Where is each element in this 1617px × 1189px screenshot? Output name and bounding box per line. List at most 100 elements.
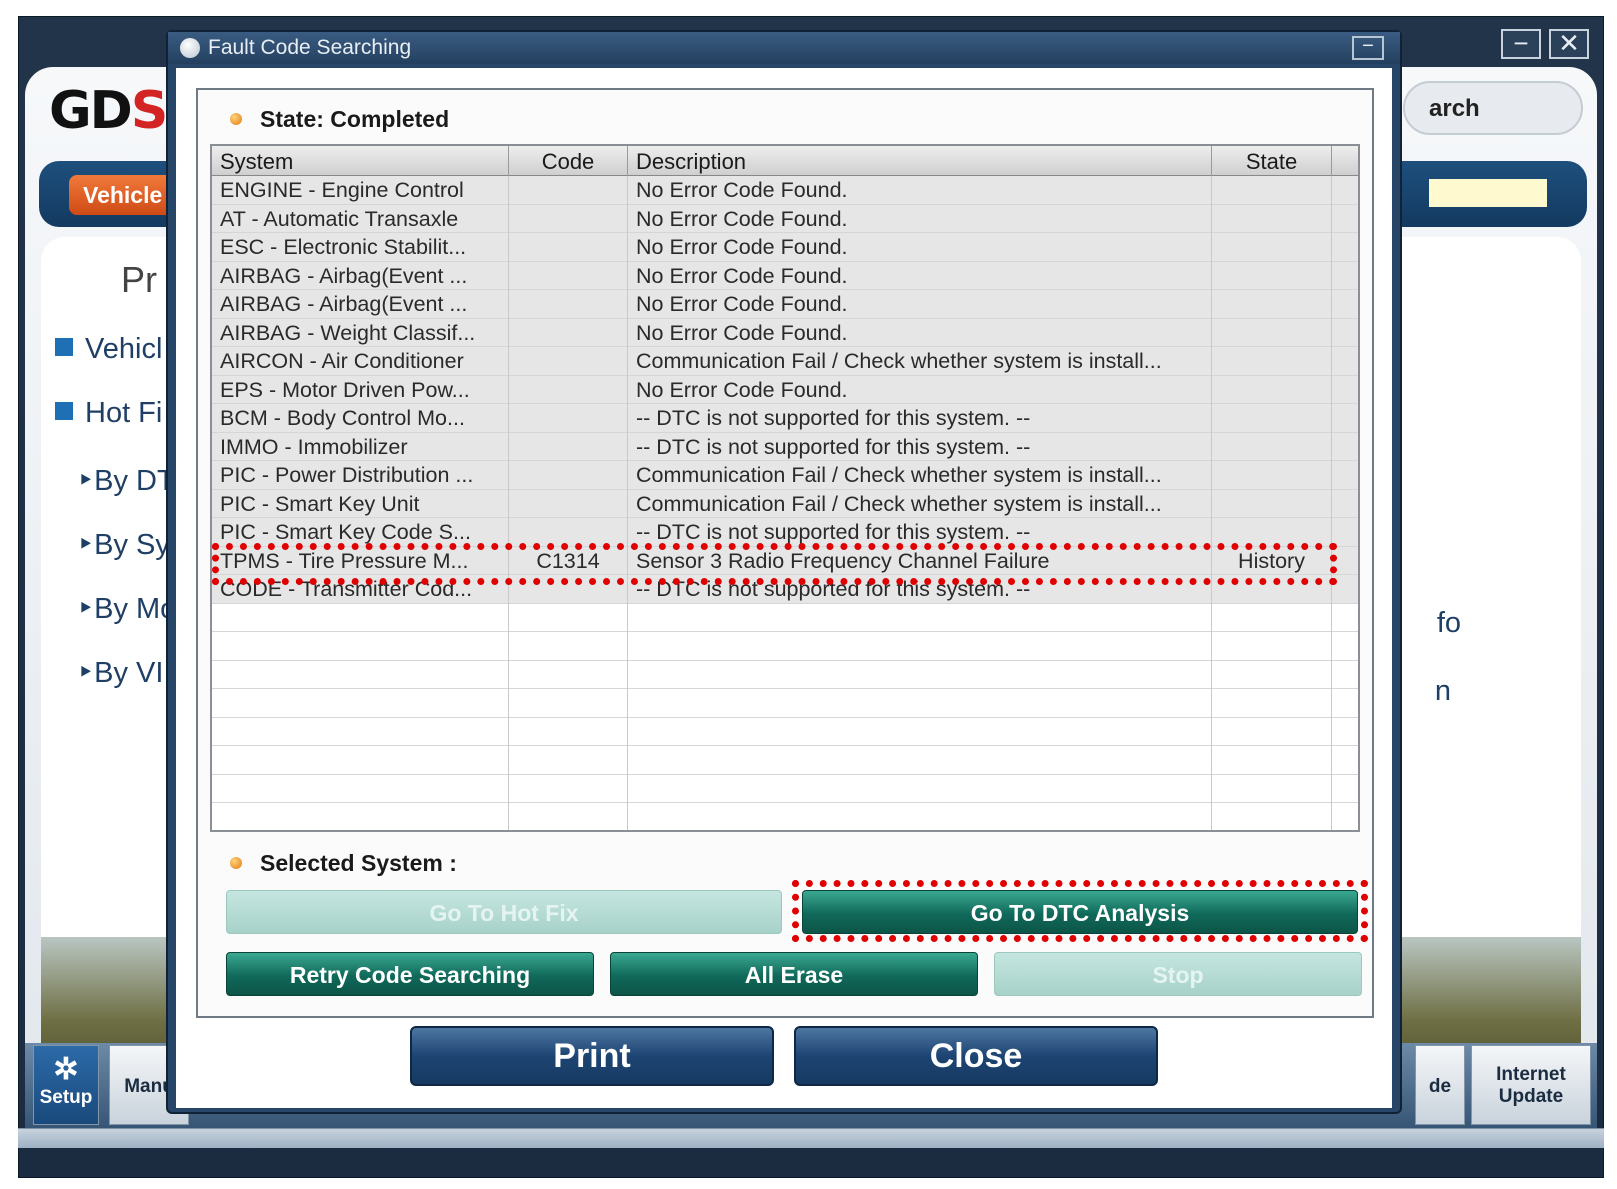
sidebar-sub-by-model[interactable]: ‣By Mo bbox=[77, 591, 176, 626]
empty-table-row bbox=[212, 689, 1358, 718]
cell-state bbox=[1212, 575, 1332, 604]
cell-system: AT - Automatic Transaxle bbox=[212, 204, 509, 233]
table-row[interactable]: EPS - Motor Driven Pow... No Error Code F… bbox=[212, 375, 1358, 404]
dock-button[interactable]: de bbox=[1415, 1045, 1465, 1125]
cell-code bbox=[509, 204, 628, 233]
cell-description bbox=[628, 603, 1212, 632]
column-header-description[interactable]: Description bbox=[628, 146, 1212, 176]
cell-description bbox=[628, 689, 1212, 718]
cell-system: PIC - Power Distribution ... bbox=[212, 461, 509, 490]
retry-code-searching-button[interactable]: Retry Code Searching bbox=[226, 952, 594, 996]
cell-state bbox=[1212, 375, 1332, 404]
dialog-title: Fault Code Searching bbox=[208, 36, 412, 59]
go-to-hot-fix-button[interactable]: Go To Hot Fix bbox=[226, 890, 782, 934]
cell-filler bbox=[1332, 290, 1358, 319]
dialog-titlebar: Fault Code Searching − bbox=[168, 32, 1400, 64]
cell-description: -- DTC is not supported for this system.… bbox=[628, 404, 1212, 433]
sidebar-sub-by-vin[interactable]: ‣By VI bbox=[77, 655, 163, 690]
app-icon bbox=[180, 38, 200, 58]
table-row[interactable]: PIC - Power Distribution ... Communicatio… bbox=[212, 461, 1358, 490]
cell-filler bbox=[1332, 547, 1358, 576]
cell-state bbox=[1212, 347, 1332, 376]
tools-icon: ✲ bbox=[53, 1053, 79, 1086]
cell-system: TPMS - Tire Pressure M... bbox=[212, 546, 509, 575]
sidebar-item-vehicle[interactable]: Vehicl bbox=[55, 333, 162, 366]
gds-logo: GDS bbox=[49, 81, 168, 141]
dialog-minimize-button[interactable]: − bbox=[1352, 36, 1384, 60]
cell-system bbox=[212, 774, 509, 803]
table-row[interactable]: BCM - Body Control Mo... -- DTC is not su… bbox=[212, 404, 1358, 433]
cell-system: EPS - Motor Driven Pow... bbox=[212, 375, 509, 404]
table-row[interactable]: TPMS - Tire Pressure M... C1314 Sensor 3 R… bbox=[212, 546, 1358, 576]
cell-code: C1314 bbox=[509, 546, 628, 575]
cell-description: Sensor 3 Radio Frequency Channel Failure bbox=[628, 546, 1212, 575]
cell-state bbox=[1212, 318, 1332, 347]
cell-code bbox=[509, 717, 628, 746]
cell-description: No Error Code Found. bbox=[628, 318, 1212, 347]
cell-state bbox=[1212, 489, 1332, 518]
table-row[interactable]: PIC - Smart Key Code S... -- DTC is not s… bbox=[212, 518, 1358, 547]
column-header-state[interactable]: State bbox=[1212, 146, 1332, 176]
empty-table-row bbox=[212, 603, 1358, 632]
cell-filler bbox=[1332, 490, 1358, 519]
app-close-button[interactable]: ✕ bbox=[1549, 29, 1589, 59]
table-row[interactable]: AIRBAG - Airbag(Event ... No Error Code F… bbox=[212, 290, 1358, 319]
empty-table-row bbox=[212, 717, 1358, 746]
cell-code bbox=[509, 347, 628, 376]
table-row[interactable]: CODE - Transmitter Cod... -- DTC is not s… bbox=[212, 575, 1358, 604]
windows-taskbar bbox=[18, 1128, 1604, 1148]
cell-filler bbox=[1332, 205, 1358, 234]
cell-code bbox=[509, 261, 628, 290]
table-header: System Code Description State bbox=[212, 146, 1358, 176]
sidebar-sub-by-system[interactable]: ‣By Sy bbox=[77, 527, 170, 562]
print-button[interactable]: Print bbox=[410, 1026, 774, 1086]
dialog-body: State: Completed System Code Description… bbox=[176, 68, 1392, 1108]
cell-description bbox=[628, 717, 1212, 746]
cell-state bbox=[1212, 689, 1332, 718]
cell-filler bbox=[1332, 262, 1358, 291]
cell-system bbox=[212, 717, 509, 746]
column-header-system[interactable]: System bbox=[212, 146, 509, 176]
internet-update-button[interactable]: Internet Update bbox=[1471, 1045, 1591, 1125]
table-row[interactable]: AIRCON - Air Conditioner Communication Fa… bbox=[212, 347, 1358, 376]
right-panel-label: fo bbox=[1436, 607, 1461, 639]
close-button[interactable]: Close bbox=[794, 1026, 1158, 1086]
sidebar-item-hotfix[interactable]: Hot Fi bbox=[55, 397, 162, 430]
app-minimize-button[interactable]: − bbox=[1501, 29, 1541, 59]
stop-button[interactable]: Stop bbox=[994, 952, 1362, 996]
cell-state bbox=[1212, 461, 1332, 490]
state-status: State: Completed bbox=[230, 106, 449, 133]
cell-description: Communication Fail / Check whether syste… bbox=[628, 461, 1212, 490]
cell-code bbox=[509, 575, 628, 604]
cell-filler bbox=[1332, 661, 1358, 690]
fault-code-dialog: Fault Code Searching − State: Completed … bbox=[166, 30, 1402, 1114]
cell-state bbox=[1212, 774, 1332, 803]
all-erase-button[interactable]: All Erase bbox=[610, 952, 978, 996]
column-header-code[interactable]: Code bbox=[509, 146, 628, 176]
table-row[interactable]: ESC - Electronic Stabilit... No Error Cod… bbox=[212, 233, 1358, 262]
table-row[interactable]: AIRBAG - Airbag(Event ... No Error Code F… bbox=[212, 261, 1358, 291]
cell-state bbox=[1212, 518, 1332, 547]
square-bullet-icon bbox=[55, 338, 73, 356]
cell-state bbox=[1212, 803, 1332, 830]
empty-table-row bbox=[212, 774, 1358, 803]
right-panel-label: n bbox=[1434, 675, 1451, 707]
table-row[interactable]: PIC - Smart Key Unit Communication Fail /… bbox=[212, 489, 1358, 519]
table-row[interactable]: AT - Automatic Transaxle No Error Code Fo… bbox=[212, 204, 1358, 234]
table-row[interactable]: IMMO - Immobilizer -- DTC is not supporte… bbox=[212, 432, 1358, 461]
setup-button[interactable]: ✲ Setup bbox=[33, 1045, 99, 1125]
cell-state bbox=[1212, 632, 1332, 661]
table-row[interactable]: ENGINE - Engine Control No Error Code Fou… bbox=[212, 176, 1358, 205]
cell-system: AIRBAG - Weight Classif... bbox=[212, 318, 509, 347]
go-to-dtc-analysis-button[interactable]: Go To DTC Analysis bbox=[802, 890, 1358, 934]
cell-system bbox=[212, 632, 509, 661]
cell-filler bbox=[1332, 404, 1358, 433]
cell-code bbox=[509, 375, 628, 404]
cell-filler bbox=[1332, 575, 1358, 604]
cell-state bbox=[1212, 717, 1332, 746]
search-button[interactable]: arch bbox=[1403, 81, 1583, 135]
cell-state bbox=[1212, 176, 1332, 205]
sidebar-sub-by-dtc[interactable]: ‣By DT bbox=[77, 463, 175, 498]
cell-system: AIRBAG - Airbag(Event ... bbox=[212, 290, 509, 319]
table-row[interactable]: AIRBAG - Weight Classif... No Error Code … bbox=[212, 318, 1358, 347]
